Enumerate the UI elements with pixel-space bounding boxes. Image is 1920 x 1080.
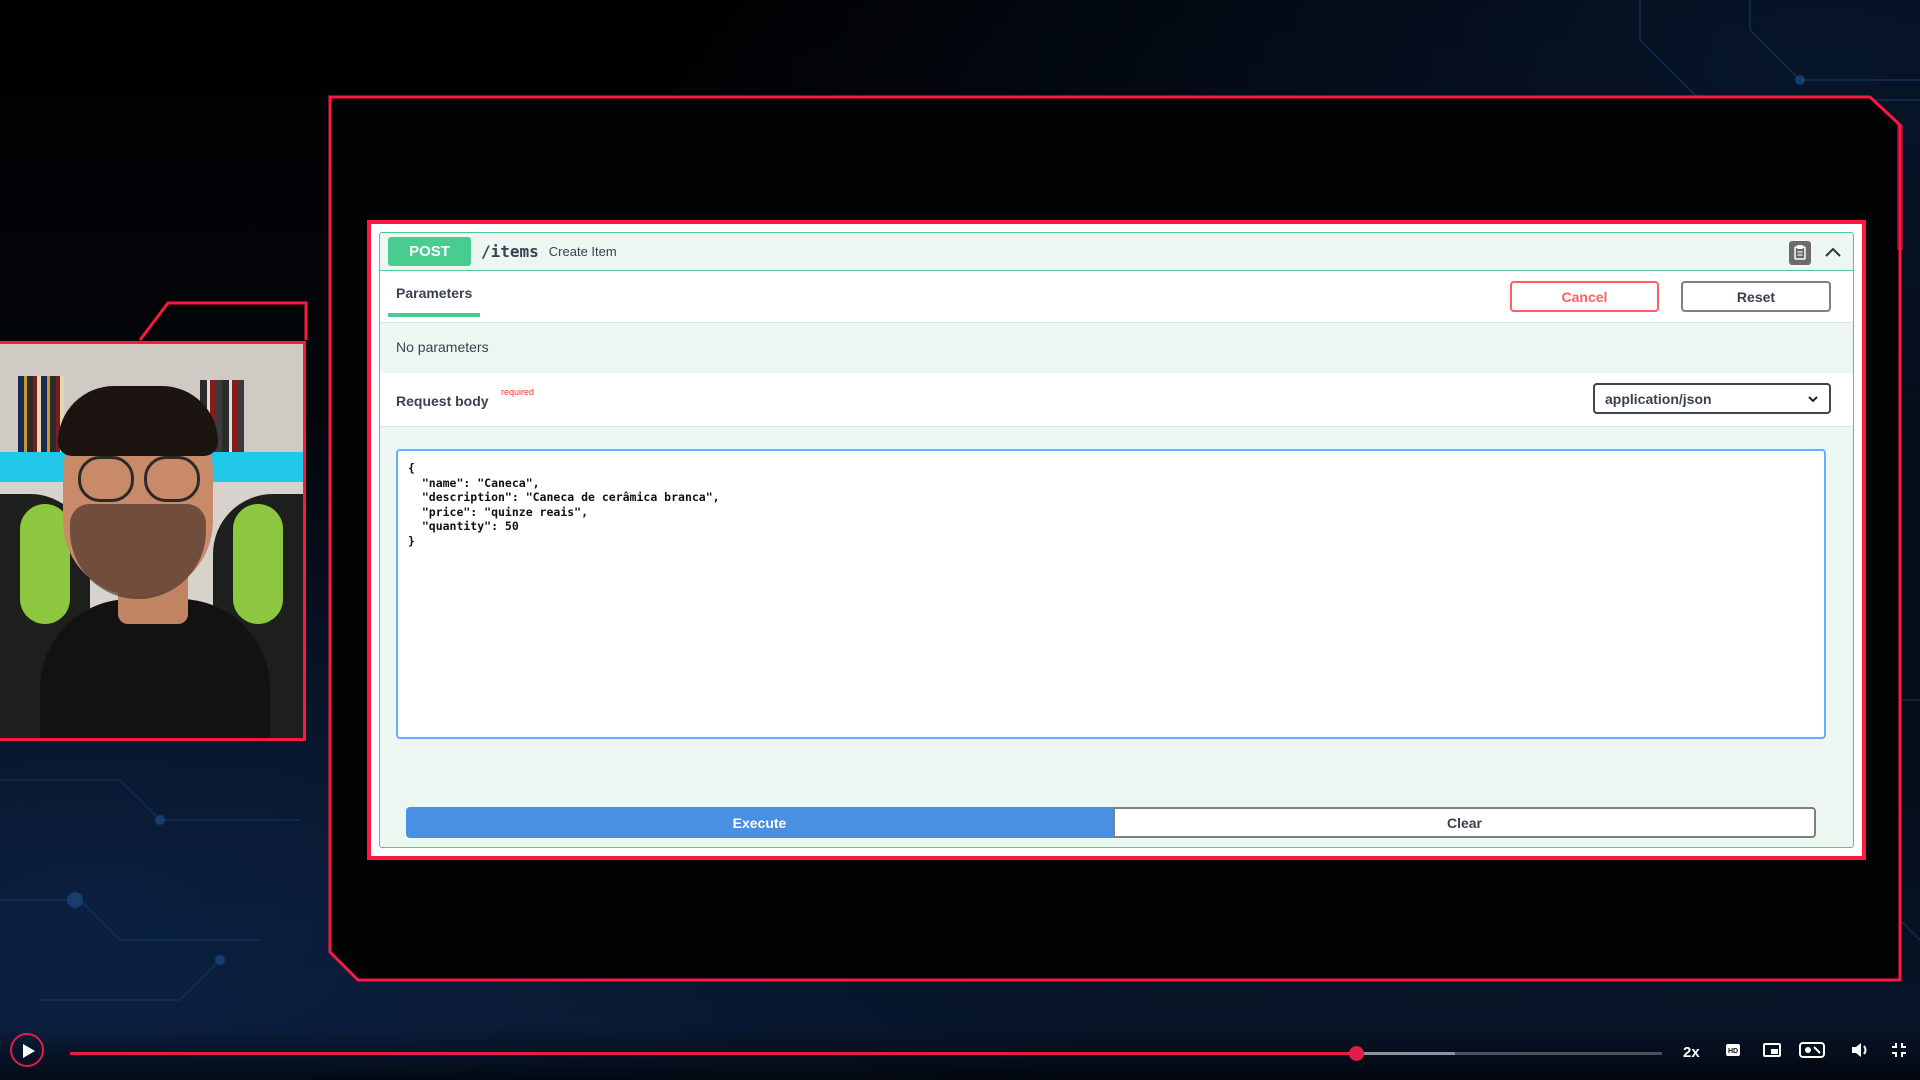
playback-speed-button[interactable]: 2x (1683, 1044, 1700, 1061)
operation-path: /items (481, 242, 539, 261)
reset-button[interactable]: Reset (1681, 281, 1831, 312)
tab-parameters[interactable]: Parameters (388, 285, 481, 317)
volume-icon[interactable] (1851, 1042, 1869, 1058)
request-body-editor[interactable]: { "name": "Caneca", "description": "Cane… (396, 449, 1826, 739)
request-body-header: Request body required application/json (380, 373, 1853, 427)
fullscreen-exit-icon[interactable] (1891, 1042, 1907, 1058)
request-body-label: Request body (396, 393, 489, 409)
cast-icon[interactable] (1799, 1042, 1825, 1058)
chevron-down-icon (1808, 396, 1818, 403)
no-parameters-text: No parameters (396, 339, 489, 355)
scrubber-handle[interactable] (1349, 1046, 1365, 1061)
operation-block: POST /items Create Item Parameters Cance… (379, 232, 1854, 848)
video-player-controls: 2x HD (0, 1026, 1920, 1080)
svg-text:HD: HD (1728, 1048, 1738, 1055)
clipboard-icon (1794, 245, 1806, 260)
clear-button[interactable]: Clear (1113, 807, 1816, 838)
execute-button[interactable]: Execute (406, 807, 1113, 838)
required-badge: required (501, 387, 535, 397)
content-type-select[interactable]: application/json (1593, 383, 1831, 414)
method-badge: POST (388, 237, 471, 266)
execute-wrapper: Execute Clear (406, 807, 1816, 838)
content-type-value: application/json (1605, 391, 1712, 407)
copy-to-clipboard-button[interactable] (1789, 241, 1811, 265)
play-icon (23, 1044, 35, 1058)
video-stage: POST /items Create Item Parameters Cance… (0, 0, 1920, 1080)
operation-summary[interactable]: POST /items Create Item (380, 233, 1853, 271)
picture-in-picture-icon[interactable] (1763, 1042, 1781, 1058)
operation-description: Create Item (548, 244, 617, 259)
chevron-up-icon[interactable] (1823, 243, 1843, 263)
glasses-icon (144, 456, 200, 502)
glasses-icon (78, 456, 134, 502)
played-bar (70, 1052, 1357, 1055)
play-button[interactable] (10, 1033, 44, 1067)
webcam-person-hair (58, 386, 218, 456)
progress-bar[interactable] (70, 1046, 1662, 1061)
swagger-panel: POST /items Create Item Parameters Cance… (367, 220, 1866, 860)
hd-icon[interactable]: HD (1725, 1042, 1741, 1058)
cancel-button[interactable]: Cancel (1510, 281, 1659, 312)
parameters-header: Parameters Cancel Reset (380, 271, 1853, 323)
webcam-overlay (0, 341, 306, 741)
webcam-books (18, 376, 64, 456)
